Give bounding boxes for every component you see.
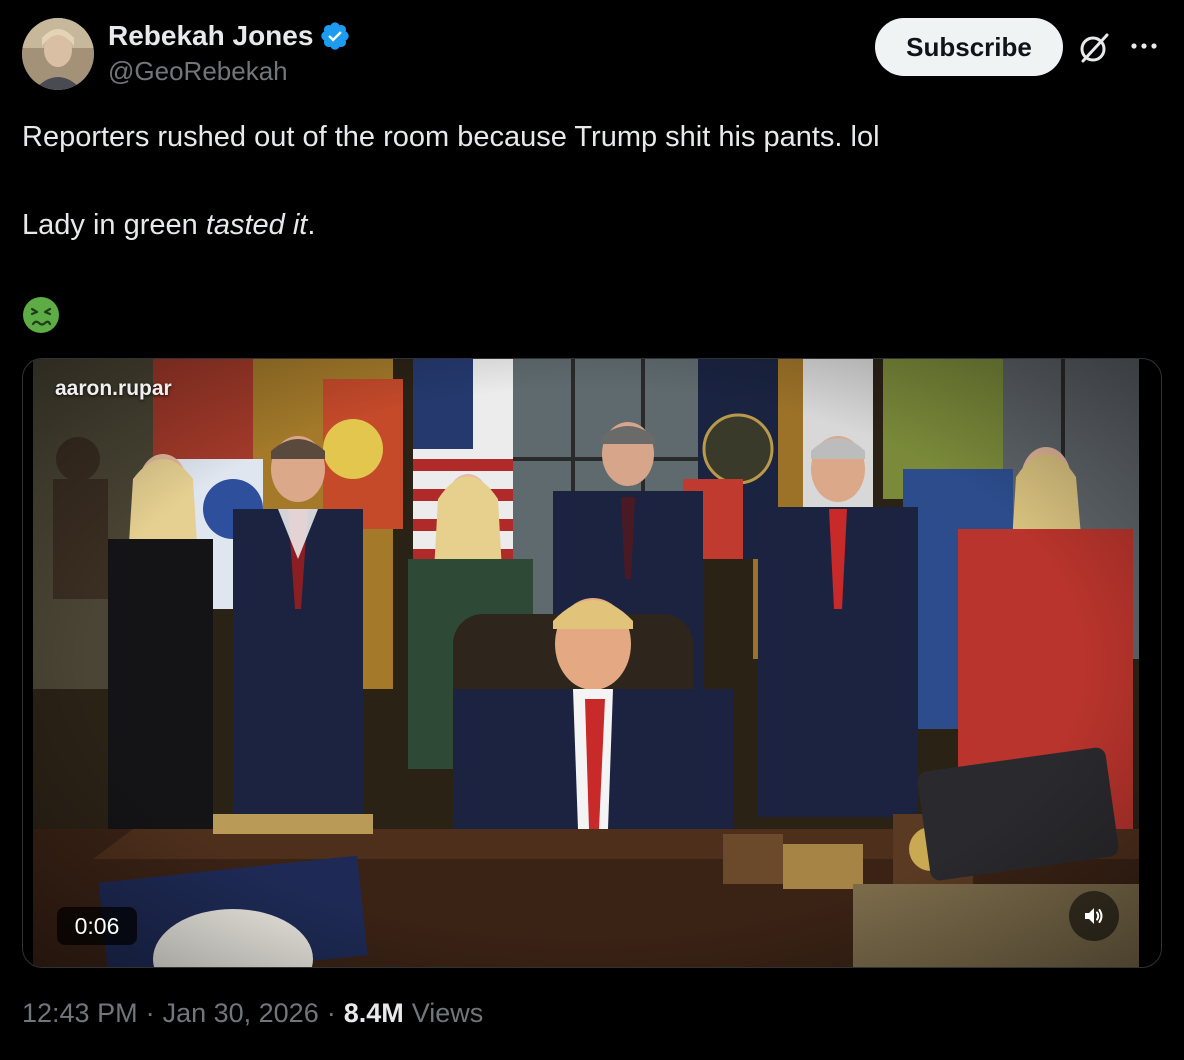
post-line-1: Reporters rushed out of the room because…: [22, 121, 880, 153]
views-label: Views: [411, 998, 484, 1028]
grok-icon[interactable]: [1076, 30, 1112, 66]
post-line-2: Lady in green tasted it.: [22, 206, 315, 244]
meta-separator: ·: [326, 998, 336, 1028]
author-display-name[interactable]: Rebekah Jones: [108, 20, 313, 52]
post-time[interactable]: 12:43 PM: [22, 998, 138, 1029]
post-line-2-suffix: .: [307, 209, 316, 241]
subscribe-button[interactable]: Subscribe: [875, 18, 1063, 76]
speaker-icon: [1085, 908, 1103, 924]
video-duration-badge: 0:06: [57, 907, 137, 945]
video-player[interactable]: aaron.rupar 0:06: [33, 359, 1139, 967]
meta-separator: ·: [145, 998, 155, 1028]
nauseated-face-emoji: [23, 297, 59, 333]
author-handle[interactable]: @GeoRebekah: [108, 56, 288, 87]
media-container[interactable]: aaron.rupar 0:06: [22, 358, 1162, 968]
post-line-2-prefix: Lady in green: [22, 209, 206, 241]
post-meta: 12:43 PM · Jan 30, 2026 · 8.4M Views: [22, 998, 483, 1029]
post-line-2-emphasis: tasted it: [205, 209, 308, 241]
more-icon[interactable]: [1128, 32, 1160, 60]
volume-button[interactable]: [1069, 891, 1119, 941]
post-date[interactable]: Jan 30, 2026: [163, 998, 319, 1029]
avatar-image: [22, 18, 94, 90]
views-count: 8.4M: [343, 998, 404, 1028]
author-name-row: Rebekah Jones: [108, 20, 351, 52]
avatar[interactable]: [22, 18, 94, 90]
video-watermark: aaron.rupar: [55, 377, 172, 400]
post-text: Reporters rushed out of the room because…: [22, 118, 1152, 156]
verified-badge-icon[interactable]: [319, 20, 351, 52]
video-thumbnail: [33, 359, 1139, 967]
